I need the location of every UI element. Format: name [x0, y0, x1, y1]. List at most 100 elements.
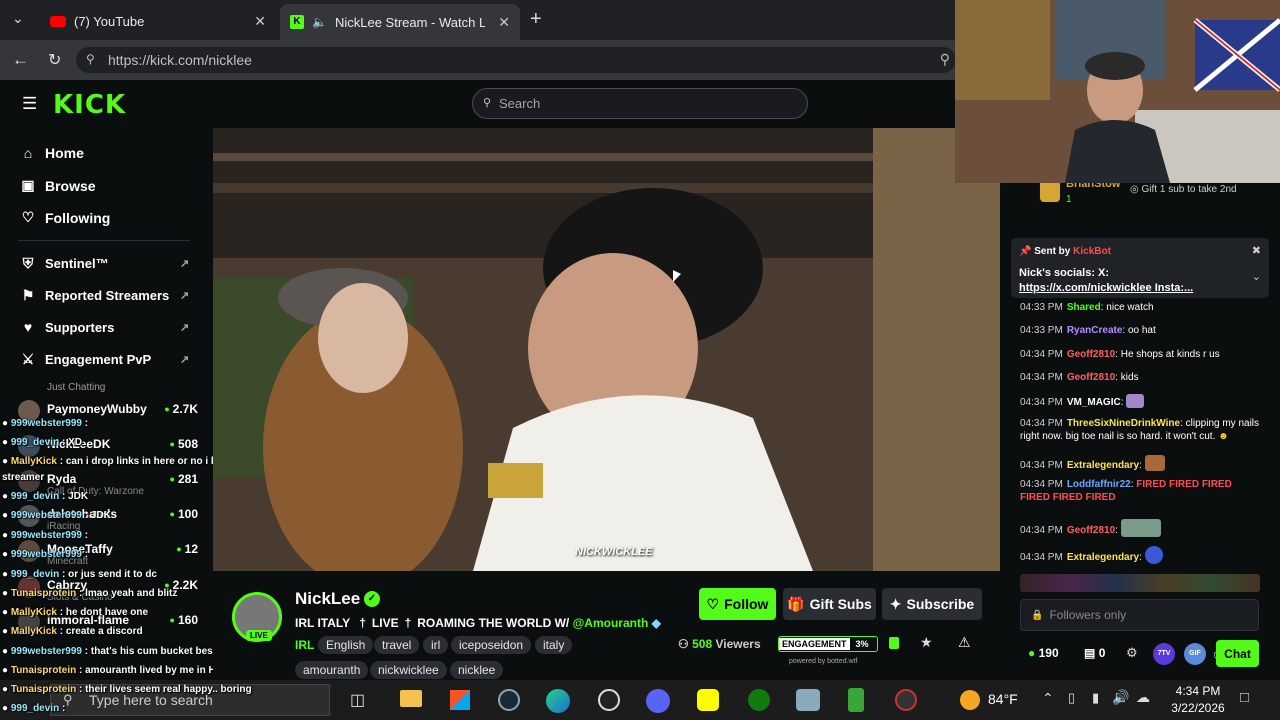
clip-icon[interactable] [889, 637, 899, 649]
sidebar-item-reported-streamers[interactable]: ⚑ Reported Streamers ↗ [20, 287, 210, 304]
chat-user[interactable]: Geoff2810 [1067, 372, 1115, 383]
follow-label: Follow [724, 596, 769, 612]
clock-date[interactable]: 3/22/2026 [1163, 701, 1233, 715]
followed-stream[interactable]: Just Chatting PaymoneyWubby 2.7K [18, 382, 198, 422]
hide-icon[interactable]: ✖ [1252, 244, 1261, 257]
chat-message: 04:33 PM Shared: nice watch [1020, 302, 1154, 313]
settings-icon[interactable]: ⚙ [1126, 645, 1138, 661]
streamer-name[interactable]: NickLee [295, 589, 360, 609]
pinned-message[interactable]: 📌 Sent by KickBot Nick's socials: X: htt… [1011, 238, 1269, 298]
tag[interactable]: English [318, 636, 374, 654]
subscribe-button[interactable]: ✦ Subscribe [882, 588, 982, 620]
search-placeholder: Search [499, 96, 541, 111]
video-player[interactable]: NICKWICKLEE [213, 128, 1000, 571]
sidebar-item-supporters[interactable]: ♥ Supporters ↗ [20, 319, 210, 335]
search-input[interactable]: ⚲ Search [472, 88, 808, 119]
gif-icon[interactable]: GIF [1184, 643, 1206, 665]
7tv-icon[interactable]: 7TV [1153, 643, 1175, 665]
url-bar[interactable]: ⚲ https://kick.com/nicklee ⚲ [76, 47, 956, 73]
points-value: 190 [1038, 646, 1059, 660]
task-view-icon[interactable]: ◫ [350, 690, 365, 710]
sidebar-item-home[interactable]: ⌂ Home [20, 145, 84, 161]
xbox-icon[interactable] [748, 689, 770, 711]
weather-icon[interactable] [960, 690, 980, 710]
chat-send-button[interactable]: Chat [1216, 640, 1259, 667]
chat-user[interactable]: Shared [1067, 302, 1101, 313]
game-icon[interactable] [796, 689, 820, 711]
gift-balance[interactable]: ▤ 0 [1084, 646, 1105, 660]
heart-icon: ♡ [706, 595, 720, 612]
close-tab-icon[interactable]: ✕ [498, 14, 510, 31]
chat-user[interactable]: ThreeSixNineDrinkWine [1067, 418, 1180, 429]
overlay-chat-user: Tunaisprotein [10, 684, 77, 695]
tab-list-chevron-icon[interactable]: ⌄ [12, 10, 24, 27]
tag[interactable]: nicklee [450, 661, 504, 679]
category-link[interactable]: IRL [295, 638, 314, 652]
store-icon[interactable] [450, 690, 470, 710]
chevron-down-icon[interactable]: ⌄ [1252, 270, 1261, 283]
chat-user[interactable]: Extralegendary [1067, 460, 1139, 471]
points-balance[interactable]: ● 190 [1028, 646, 1059, 660]
file-explorer-icon[interactable] [400, 690, 422, 707]
gift-subs-button[interactable]: 🎁 Gift Subs [783, 588, 876, 620]
clock-time[interactable]: 4:34 PM [1168, 684, 1228, 698]
chat-user[interactable]: Loddfaffnir22 [1067, 479, 1131, 490]
network-icon[interactable]: ▮ [1092, 690, 1099, 706]
notification-icon[interactable]: □ [1240, 689, 1249, 706]
overlay-chat-user: 999_devin [10, 491, 60, 502]
chat-input[interactable]: 🔒 Followers only [1020, 599, 1259, 631]
obs-icon[interactable] [598, 689, 620, 711]
chevron-up-icon[interactable]: ⌃ [1042, 690, 1054, 707]
pinned-link[interactable]: https://x.com/nickwicklee Insta:... [1019, 282, 1193, 294]
sidebar-item-sentinel[interactable]: ⛨ Sentinel™ ↗ [20, 255, 210, 272]
chat-user[interactable]: Geoff2810 [1067, 349, 1115, 360]
gift-icon: ◎ [1130, 184, 1139, 195]
followed-stream[interactable]: Ryda 281 Call of Duty: Warzone [18, 470, 198, 497]
discord-icon[interactable] [646, 689, 670, 713]
kick-logo[interactable]: KICK [53, 90, 126, 120]
new-tab-icon[interactable]: + [530, 8, 542, 31]
chat-text: kids [1120, 372, 1139, 383]
title-mention[interactable]: @Amouranth [573, 616, 649, 630]
overlay-chat-line: ● Tunaisprotein : lmao yeah and blitz [2, 588, 178, 599]
tab-youtube[interactable]: (7) YouTube ✕ [40, 6, 276, 36]
video-frame [213, 128, 1000, 571]
tag[interactable]: travel [374, 636, 420, 654]
snapchat-icon[interactable] [697, 689, 719, 711]
tag[interactable]: nickwicklee [370, 661, 447, 679]
share-icon[interactable]: ★ [920, 634, 933, 651]
close-tab-icon[interactable]: ✕ [254, 13, 266, 30]
tag[interactable]: amouranth [295, 661, 369, 679]
back-icon[interactable]: ← [12, 50, 29, 70]
tag[interactable]: italy [535, 636, 573, 654]
sidebar-item-following[interactable]: ♡ Following [20, 209, 111, 226]
tag[interactable]: iceposeidon [451, 636, 532, 654]
menu-icon[interactable]: ☰ [22, 94, 37, 114]
steam-icon[interactable] [498, 689, 520, 711]
audio-icon[interactable]: 🔈 [312, 15, 327, 29]
follow-button[interactable]: ♡ Follow [699, 588, 776, 620]
weather-temp[interactable]: 84°F [988, 691, 1018, 707]
tag[interactable]: irl [423, 636, 449, 654]
app-icon[interactable] [848, 688, 864, 712]
cloud-icon[interactable]: ☁ [1136, 689, 1150, 706]
shield-icon: ⛨ [22, 255, 34, 271]
sidebar-item-browse[interactable]: ▣ Browse [20, 177, 95, 194]
reload-icon[interactable]: ↻ [48, 50, 61, 70]
tab-kick-stream[interactable]: K 🔈 NickLee Stream - Watch Live o ✕ [280, 4, 520, 40]
volume-icon[interactable]: 🔊 [1112, 689, 1129, 706]
search-icon[interactable]: ⚲ [940, 51, 950, 68]
chat-user[interactable]: RyanCreate [1067, 325, 1123, 336]
sidebar-item-engagement-pvp[interactable]: ⚔ Engagement PvP ↗ [20, 351, 210, 368]
chat-user[interactable]: VM_MAGIC [1067, 397, 1121, 408]
edge-icon[interactable] [546, 689, 570, 713]
page-info-icon[interactable]: ⚲ [86, 52, 95, 66]
chat-user[interactable]: Extralegendary [1067, 552, 1139, 563]
sidebar-item-label: Sentinel™ [45, 256, 109, 271]
record-icon[interactable] [895, 689, 917, 711]
kick-favicon-icon: K [290, 15, 304, 29]
chat-user[interactable]: Geoff2810 [1067, 525, 1115, 536]
sidebar-item-label: Engagement PvP [45, 352, 152, 367]
emote-bar[interactable] [1020, 574, 1260, 592]
report-icon[interactable]: ⚠ [958, 634, 971, 651]
